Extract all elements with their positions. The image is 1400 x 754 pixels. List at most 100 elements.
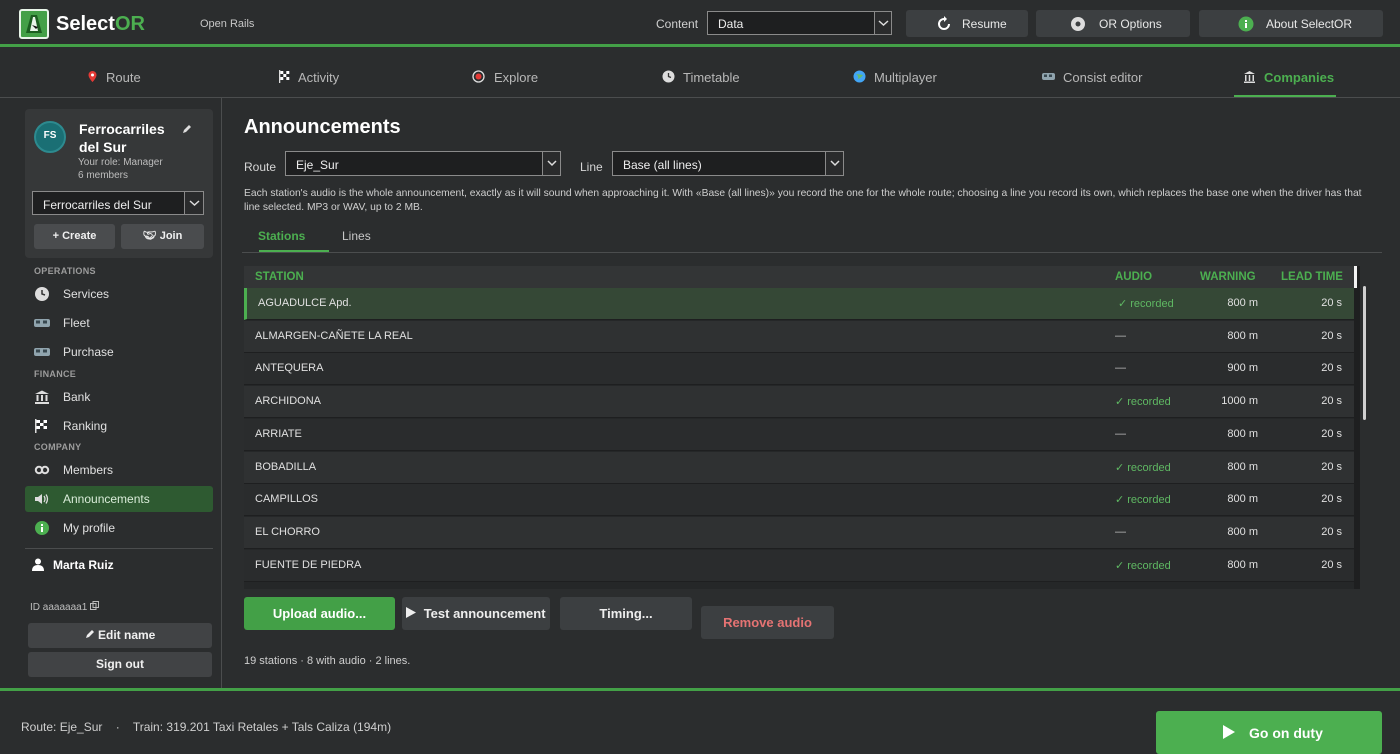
company-name: Ferrocarriles del Sur [79, 121, 165, 155]
timing-button[interactable]: Timing... [560, 597, 692, 630]
subtab-lines[interactable]: Lines [342, 229, 371, 243]
scrollbar-cap [1354, 266, 1357, 288]
scrollbar-thumb[interactable] [1363, 286, 1366, 420]
main-nav: Route Activity Explore Timetable Multipl… [0, 56, 1400, 98]
table-row[interactable]: CAMPILLOS ✓ recorded 800 m 20 s [244, 484, 1356, 517]
header-lead-time[interactable]: LEAD TIME [1281, 271, 1343, 283]
warning-distance: 800 m [1227, 558, 1258, 571]
sidebar-item-members[interactable]: Members [25, 457, 213, 483]
tab-multiplayer[interactable]: Multiplayer [847, 56, 957, 97]
warning-distance: 1000 m [1221, 395, 1258, 408]
warning-distance: 800 m [1227, 493, 1258, 506]
globe-icon [853, 70, 866, 83]
audio-status: — [1115, 362, 1126, 375]
station-name: ARCHIDONA [255, 395, 322, 408]
lead-time: 20 s [1321, 297, 1342, 309]
top-bar: SelectOR Open Rails Content Data Resume … [0, 0, 1400, 47]
audio-status: — [1115, 427, 1126, 440]
subtab-underline [259, 250, 329, 252]
checkered-flag-icon [34, 419, 50, 433]
section-finance: FINANCE [34, 369, 77, 379]
header-station[interactable]: STATION [255, 271, 304, 283]
sidebar-item-announcements[interactable]: Announcements [25, 486, 213, 512]
or-options-button[interactable]: OR Options [1036, 10, 1190, 37]
station-name: ARRIATE [255, 427, 302, 440]
tab-companies[interactable]: Companies [1234, 56, 1336, 97]
upload-audio-button[interactable]: Upload audio... [244, 597, 395, 630]
play-icon [406, 606, 417, 621]
chevron-down-icon [542, 152, 560, 175]
table-row[interactable]: ARCHIDONA ✓ recorded 1000 m 20 s [244, 386, 1356, 419]
warning-distance: 800 m [1227, 297, 1258, 309]
table-scrollbar[interactable] [1354, 266, 1360, 589]
section-company: COMPANY [34, 442, 82, 452]
table-row[interactable]: ARRIATE — 800 m 20 s [244, 418, 1356, 451]
lead-time: 20 s [1321, 493, 1342, 506]
subtabs: Stations Lines [242, 224, 1382, 253]
line-label: Line [580, 160, 603, 174]
section-operations: OPERATIONS [34, 266, 96, 276]
clock-icon [662, 70, 675, 83]
tab-consist-editor[interactable]: Consist editor [1036, 56, 1156, 97]
table-row[interactable]: FUENTE DE PIEDRA ✓ recorded 800 m 20 s [244, 549, 1356, 582]
lead-time: 20 s [1321, 558, 1342, 571]
copy-icon[interactable] [90, 601, 100, 613]
sign-out-button[interactable]: Sign out [28, 652, 212, 677]
disc-icon [1070, 16, 1085, 31]
sidebar-item-bank[interactable]: Bank [25, 384, 213, 410]
chevron-down-icon [874, 12, 891, 34]
station-name: ALMARGEN-CAÑETE LA REAL [255, 329, 413, 342]
sidebar-item-my-profile[interactable]: My profile [25, 515, 213, 541]
header-audio[interactable]: AUDIO [1115, 271, 1152, 283]
subtab-stations[interactable]: Stations [258, 229, 305, 243]
route-select[interactable]: Eje_Sur [285, 151, 561, 176]
app-logo [19, 9, 49, 39]
route-label: Route [244, 160, 277, 174]
company-members-count: 6 members [78, 170, 129, 181]
tab-route[interactable]: Route [80, 56, 160, 97]
sidebar-item-fleet[interactable]: Fleet [25, 310, 213, 336]
tab-activity[interactable]: Activity [272, 56, 362, 97]
join-company-button[interactable]: 🤝︎ Join [121, 224, 204, 249]
warning-distance: 800 m [1227, 525, 1258, 538]
line-select[interactable]: Base (all lines) [612, 151, 844, 176]
audio-status: ✓ recorded [1115, 396, 1171, 409]
content-select[interactable]: Data [707, 11, 892, 35]
test-announcement-button[interactable]: Test announcement [402, 597, 550, 630]
table-header: STATION AUDIO WARNING LEAD TIME [244, 266, 1356, 288]
sidebar-item-services[interactable]: Services [25, 281, 213, 307]
content-label: Content [656, 17, 699, 31]
info-icon [34, 521, 50, 535]
edit-name-button[interactable]: Edit name [28, 623, 212, 648]
go-on-duty-button[interactable]: Go on duty [1156, 711, 1382, 754]
bank-icon [1243, 70, 1256, 83]
remove-audio-button[interactable]: Remove audio [701, 606, 834, 639]
company-select[interactable]: Ferrocarriles del Sur [32, 191, 204, 215]
tab-explore[interactable]: Explore [466, 56, 556, 97]
warning-distance: 800 m [1227, 460, 1258, 473]
company-card: FS Ferrocarriles del Sur Your role: Mana… [25, 109, 213, 258]
table-row[interactable]: ANTEQUERA — 900 m 20 s [244, 353, 1356, 386]
audio-status: — [1115, 329, 1126, 342]
table-row[interactable]: BOBADILLA ✓ recorded 800 m 20 s [244, 451, 1356, 484]
tab-timetable[interactable]: Timetable [656, 56, 756, 97]
company-role: Your role: Manager [78, 157, 163, 168]
lead-time: 20 s [1321, 395, 1342, 408]
sidebar-item-ranking[interactable]: Ranking [25, 413, 213, 439]
create-company-button[interactable]: + Create [34, 224, 115, 249]
table-row[interactable]: EL CHORRO — 800 m 20 s [244, 516, 1356, 549]
station-name: EL CHORRO [255, 525, 320, 538]
table-row[interactable]: ALMARGEN-CAÑETE LA REAL — 800 m 20 s [244, 320, 1356, 353]
audio-status: ✓ recorded [1115, 494, 1171, 507]
warning-distance: 800 m [1227, 427, 1258, 440]
resume-button[interactable]: Resume [906, 10, 1028, 37]
station-name: BOBADILLA [255, 460, 317, 473]
train-icon [1042, 70, 1055, 83]
pencil-icon[interactable] [181, 123, 193, 135]
table-row[interactable]: AGUADULCE Apd. ✓ recorded 800 m 20 s [244, 288, 1356, 320]
main-panel: Announcements Route Eje_Sur Line Base (a… [222, 98, 1400, 688]
about-button[interactable]: About SelectOR [1199, 10, 1383, 37]
sidebar-item-purchase[interactable]: Purchase [25, 339, 213, 365]
header-warning[interactable]: WARNING [1200, 271, 1256, 283]
audio-status: — [1115, 525, 1126, 538]
